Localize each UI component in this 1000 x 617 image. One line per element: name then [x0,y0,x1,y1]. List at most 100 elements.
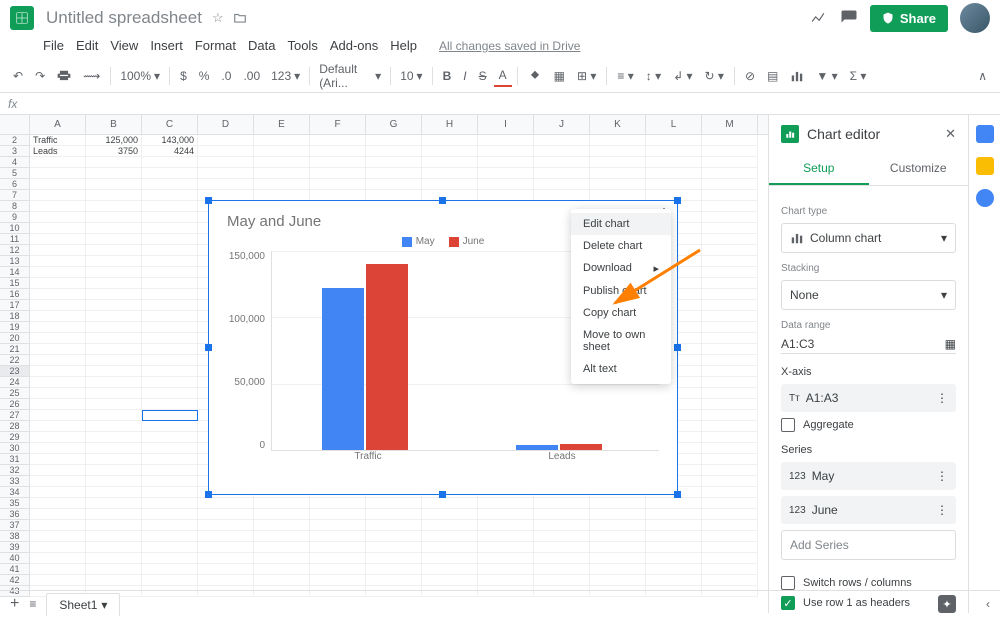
ctx-move-sheet[interactable]: Move to own sheet [571,324,671,358]
increase-decimals-icon[interactable]: .00 [238,66,265,86]
row-header[interactable]: 33 [0,476,30,487]
menu-insert[interactable]: Insert [145,36,188,55]
font-size-dropdown[interactable]: 10 ▾ [396,67,426,85]
paint-format-icon[interactable]: ⟿ [78,66,105,86]
tab-setup[interactable]: Setup [769,153,869,185]
keep-icon[interactable] [976,157,994,175]
grid-icon[interactable]: ▦ [945,337,956,351]
row-header[interactable]: 6 [0,179,30,190]
row-header[interactable]: 12 [0,245,30,256]
row-header[interactable]: 17 [0,300,30,311]
series-chip-may[interactable]: 123May ⋮ [781,462,956,490]
col-header[interactable]: M [702,115,758,134]
row-header[interactable]: 9 [0,212,30,223]
col-header[interactable]: E [254,115,310,134]
row-header[interactable]: 34 [0,487,30,498]
col-header[interactable]: K [590,115,646,134]
ctx-publish-chart[interactable]: Publish chart [571,280,671,302]
col-header[interactable]: H [422,115,478,134]
row-header[interactable]: 14 [0,267,30,278]
more-icon[interactable]: ⋮ [936,503,948,517]
save-status[interactable]: All changes saved in Drive [434,37,585,55]
close-sidebar-icon[interactable]: ✕ [945,126,956,142]
fill-color-icon[interactable] [523,66,547,86]
explore-icon[interactable]: ✦ [938,595,956,613]
add-series-button[interactable]: Add Series [781,530,956,560]
insert-comment-icon[interactable]: ▤ [762,66,783,86]
row-header[interactable]: 28 [0,421,30,432]
decrease-decimals-icon[interactable]: .0 [216,66,236,86]
user-avatar[interactable] [960,3,990,33]
comments-icon[interactable] [840,9,858,27]
row-header[interactable]: 32 [0,465,30,476]
row-header[interactable]: 31 [0,454,30,465]
row-header[interactable]: 2 [0,135,30,146]
ctx-delete-chart[interactable]: Delete chart [571,235,671,257]
text-rotation-icon[interactable]: ↻ ▾ [700,66,729,86]
bold-icon[interactable]: B [438,66,457,86]
add-sheet-icon[interactable]: + [10,595,19,613]
row-header[interactable]: 37 [0,520,30,531]
series-chip-june[interactable]: 123June ⋮ [781,496,956,524]
tasks-icon[interactable] [976,189,994,207]
filter-icon[interactable]: ▼ ▾ [811,66,842,86]
all-sheets-icon[interactable]: ≡ [29,597,36,611]
row-header[interactable]: 23 [0,366,30,377]
row-header[interactable]: 19 [0,322,30,333]
ctx-copy-chart[interactable]: Copy chart [571,302,671,324]
col-header[interactable]: A [30,115,86,134]
row-header[interactable]: 36 [0,509,30,520]
spreadsheet-grid[interactable]: A B C D E F G H I J K L M 23456789101112… [0,115,768,613]
xaxis-chip[interactable]: TтA1:A3 ⋮ [781,384,956,412]
row-header[interactable]: 15 [0,278,30,289]
stacking-select[interactable]: None ▾ [781,280,956,310]
row-header[interactable]: 22 [0,355,30,366]
row-header[interactable]: 30 [0,443,30,454]
vertical-align-icon[interactable]: ↕ ▾ [641,66,666,86]
zoom-dropdown[interactable]: 100% ▾ [116,67,164,85]
calendar-icon[interactable] [976,125,994,143]
row-header[interactable]: 35 [0,498,30,509]
menu-view[interactable]: View [105,36,143,55]
col-header[interactable]: F [310,115,366,134]
row-header[interactable]: 13 [0,256,30,267]
sheet-tab[interactable]: Sheet1▾ [46,593,120,616]
chart-type-select[interactable]: Column chart ▾ [781,223,956,253]
row-header[interactable]: 20 [0,333,30,344]
row-header[interactable]: 39 [0,542,30,553]
col-header[interactable]: L [646,115,702,134]
font-dropdown[interactable]: Default (Ari... ▾ [315,60,385,92]
menu-addons[interactable]: Add-ons [325,36,383,55]
col-header[interactable]: C [142,115,198,134]
more-icon[interactable]: ⋮ [936,391,948,405]
text-wrap-icon[interactable]: ↲ ▾ [668,66,697,86]
row-header[interactable]: 18 [0,311,30,322]
move-folder-icon[interactable] [232,11,248,25]
cells-area[interactable]: ⋮ May and June May June 150,000 100,000 … [30,135,768,597]
menu-file[interactable]: File [38,36,69,55]
row-header[interactable]: 25 [0,388,30,399]
row-header[interactable]: 27 [0,410,30,421]
menu-help[interactable]: Help [385,36,422,55]
menu-format[interactable]: Format [190,36,241,55]
number-format-dropdown[interactable]: 123 ▾ [267,67,304,85]
percent-icon[interactable]: % [194,66,215,86]
row-header[interactable]: 41 [0,564,30,575]
insert-chart-icon[interactable] [785,66,809,86]
row-header[interactable]: 3 [0,146,30,157]
borders-icon[interactable]: ▦ [549,66,570,86]
col-header[interactable]: G [366,115,422,134]
switch-rows-cols-checkbox[interactable]: Switch rows / columns [781,576,956,590]
star-icon[interactable]: ☆ [212,10,224,26]
select-all-corner[interactable] [0,115,30,134]
row-header[interactable]: 40 [0,553,30,564]
tab-customize[interactable]: Customize [869,153,969,185]
embedded-chart[interactable]: ⋮ May and June May June 150,000 100,000 … [208,200,678,495]
text-color-icon[interactable]: A [494,65,512,87]
col-header[interactable]: B [86,115,142,134]
row-header[interactable]: 29 [0,432,30,443]
italic-icon[interactable]: I [458,66,471,86]
row-header[interactable]: 7 [0,190,30,201]
merge-cells-icon[interactable]: ⊞ ▾ [572,66,601,86]
print-icon[interactable] [52,66,76,86]
